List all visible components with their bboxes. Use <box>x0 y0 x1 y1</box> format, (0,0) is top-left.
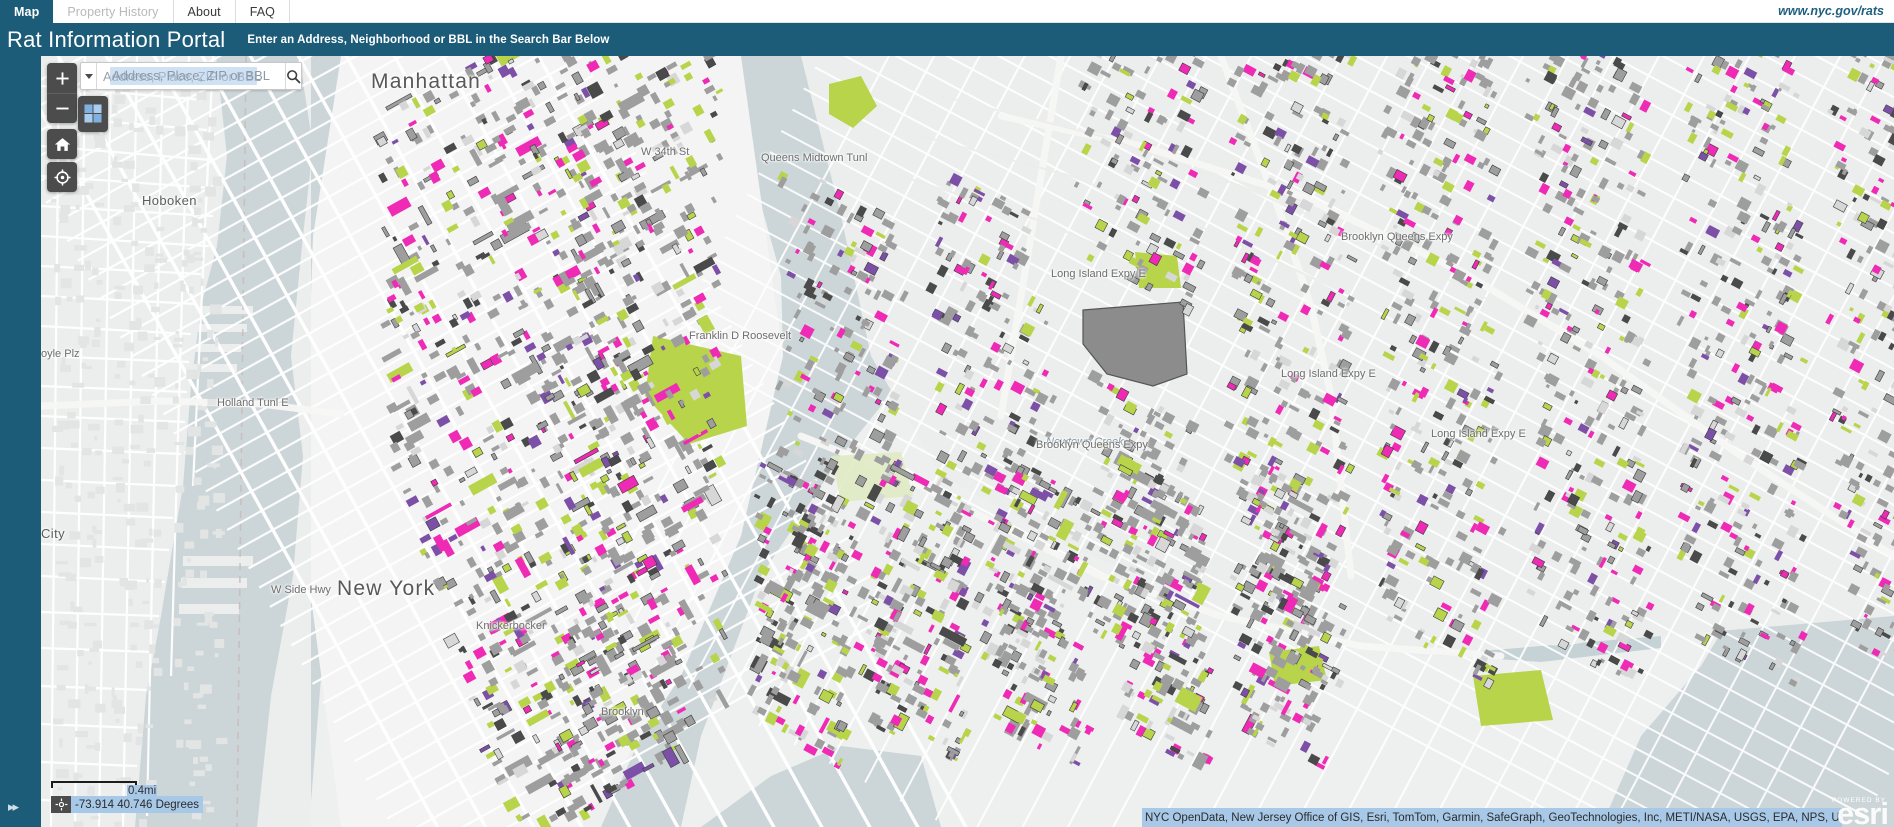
locate-button[interactable] <box>47 162 77 192</box>
home-icon <box>54 137 70 151</box>
tab-map[interactable]: Map <box>0 0 54 23</box>
top-navigation-bar: Map Property History About FAQ www.nyc.g… <box>0 0 1894 23</box>
map-attribution[interactable]: NYC OpenData, New Jersey Office of GIS, … <box>1142 808 1842 827</box>
search-input[interactable] <box>97 63 285 89</box>
left-rail: ▸▸ <box>0 56 41 827</box>
minus-icon <box>55 107 69 110</box>
magnifier-glyph <box>287 69 301 83</box>
header-subtitle: Enter an Address, Neighborhood or BBL in… <box>247 33 610 46</box>
search-icon[interactable] <box>285 63 301 89</box>
map-canvas[interactable]: Manhattan New York Hoboken City oyle Plz Holl… <box>41 56 1894 827</box>
locate-crosshair-icon <box>54 169 70 185</box>
tab-property-history[interactable]: Property History <box>53 0 174 23</box>
scale-bar-line <box>51 781 137 788</box>
zoom-out-button[interactable] <box>47 93 77 123</box>
coordinate-readout: -73.914 40.746 Degrees <box>71 796 204 813</box>
chevron-down-glyph <box>84 74 93 79</box>
app-header: Rat Information Portal Enter an Address,… <box>0 23 1894 56</box>
tab-map-label: Map <box>14 4 40 19</box>
locate-control <box>47 162 77 192</box>
page-title: Rat Information Portal <box>7 26 226 52</box>
crosshair-glyph <box>55 798 67 811</box>
tab-about[interactable]: About <box>173 0 236 23</box>
expand-panel-icon[interactable]: ▸▸ <box>8 799 19 815</box>
tab-property-history-label: Property History <box>67 4 159 19</box>
tab-about-label: About <box>187 4 221 19</box>
site-url-link[interactable]: www.nyc.gov/rats <box>1778 0 1894 22</box>
home-control <box>47 129 77 159</box>
map-graphic <box>41 56 1894 827</box>
tab-faq-label: FAQ <box>249 4 276 19</box>
plus-icon <box>55 71 69 85</box>
basemap-gallery-button[interactable] <box>78 96 108 132</box>
coordinate-widget[interactable]: -73.914 40.746 Degrees <box>51 796 204 813</box>
scale-bar: 0.4mi <box>51 781 158 797</box>
basemap-gallery-icon <box>84 104 102 123</box>
zoom-in-button[interactable] <box>47 63 77 93</box>
chevron-down-icon[interactable] <box>81 63 97 89</box>
home-button[interactable] <box>47 129 77 159</box>
tab-faq[interactable]: FAQ <box>235 0 291 23</box>
crosshair-icon[interactable] <box>51 796 71 813</box>
zoom-controls <box>47 63 77 123</box>
search-widget[interactable] <box>80 62 302 90</box>
